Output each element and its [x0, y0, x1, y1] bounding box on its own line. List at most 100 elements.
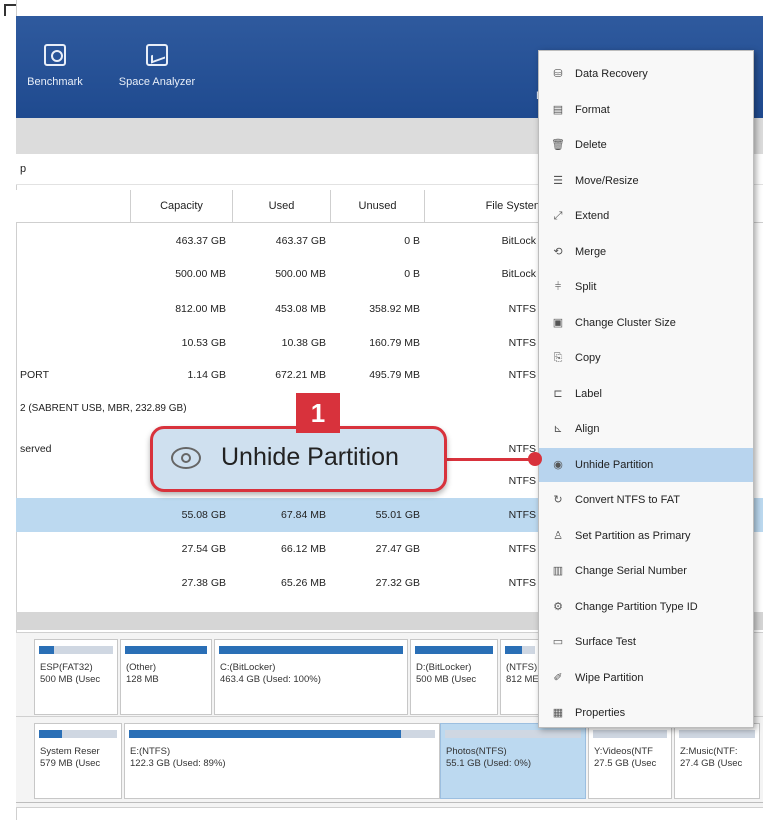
menu-item[interactable]: ☰ Move/Resize — [539, 164, 753, 198]
usage-fill — [125, 646, 207, 654]
cell-unused: 0 B — [404, 268, 420, 280]
usage-bar — [445, 730, 581, 738]
disk-group-label: 2 (SABRENT USB, MBR, 232.89 GB) — [20, 403, 187, 414]
cell-used: 453.08 MB — [275, 303, 326, 315]
partition-size: 500 MB (Usec — [416, 674, 477, 685]
menu-item-label: Surface Test — [575, 636, 636, 648]
cell-fs: NTFS — [508, 303, 536, 315]
partition-block[interactable]: System Reser 579 MB (Usec — [34, 723, 122, 799]
space-analyzer-button[interactable]: Space Analyzer — [112, 44, 202, 88]
partition-name: C:(BitLocker) — [220, 662, 276, 673]
extend-icon: ⤢ — [553, 210, 563, 222]
menu-item[interactable]: ⟲ Merge — [539, 235, 753, 269]
cell-capacity: 27.38 GB — [181, 577, 226, 589]
left-border — [0, 0, 17, 820]
partition-name: Y:Videos(NTF — [594, 746, 653, 757]
menu-item[interactable]: ▦ Properties — [539, 696, 753, 730]
menu-item[interactable]: ⎘ Copy — [539, 341, 753, 375]
menu-item[interactable]: ⤢ Extend — [539, 199, 753, 233]
header-capacity[interactable]: Capacity — [130, 190, 232, 222]
bottom-divider — [16, 802, 763, 803]
partition-block[interactable]: Y:Videos(NTF 27.5 GB (Usec — [588, 723, 672, 799]
partition-block[interactable]: E:(NTFS) 122.3 GB (Used: 89%) — [124, 723, 440, 799]
merge-icon: ⟲ — [553, 245, 563, 258]
menu-item[interactable]: ⊾ Align — [539, 412, 753, 446]
partition-name: D:(BitLocker) — [416, 662, 472, 673]
cell-capacity: 463.37 GB — [175, 235, 226, 247]
partition-block[interactable]: (NTFS) 812 ME — [500, 639, 540, 715]
menu-item-label: Extend — [575, 210, 610, 222]
cell-fs: BitLock — [501, 235, 536, 247]
menu-item[interactable]: ⛁ Data Recovery — [539, 57, 753, 91]
partition-size: 500 MB (Usec — [40, 674, 101, 685]
partition-name: System Reser — [40, 746, 100, 757]
menu-item-label: Change Partition Type ID — [575, 600, 698, 613]
cell-name — [20, 532, 130, 566]
partition-size: 812 ME — [506, 674, 539, 685]
cell-name — [20, 224, 130, 258]
wipe-icon: ✐ — [553, 671, 563, 684]
usage-fill — [505, 646, 522, 654]
partition-block[interactable]: Z:Music(NTF: 27.4 GB (Usec — [674, 723, 760, 799]
partition-block[interactable]: D:(BitLocker) 500 MB (Usec — [410, 639, 498, 715]
menu-item-label: Align — [575, 423, 600, 435]
partition-block[interactable]: Photos(NTFS) 55.1 GB (Used: 0%) — [440, 723, 586, 799]
partition-text: (NTFS) 812 ME — [506, 662, 539, 686]
benchmark-icon — [44, 44, 66, 66]
crop-corner — [4, 4, 16, 16]
usage-bar — [679, 730, 755, 738]
partition-size: 579 MB (Usec — [40, 758, 101, 769]
menu-item[interactable]: 🗑 Delete — [539, 128, 753, 162]
menu-item[interactable]: ▣ Change Cluster Size — [539, 306, 753, 340]
copy-icon: ⎘ — [553, 352, 563, 364]
header-unused[interactable]: Unused — [330, 190, 424, 222]
usage-bar — [39, 730, 117, 738]
partition-block[interactable]: C:(BitLocker) 463.4 GB (Used: 100%) — [214, 639, 408, 715]
path-text: p — [20, 163, 27, 175]
move-resize-icon: ☰ — [553, 174, 563, 187]
partition-block[interactable]: ESP(FAT32) 500 MB (Usec — [34, 639, 118, 715]
cell-name — [20, 464, 130, 498]
serial-icon: ▥ — [552, 565, 564, 577]
menu-item-label: Change Serial Number — [575, 565, 687, 577]
menu-item-label: Unhide Partition — [575, 458, 654, 471]
callout-dot — [528, 452, 542, 466]
cell-used: 672.21 MB — [275, 369, 326, 381]
menu-item[interactable]: ▤ Format — [539, 93, 753, 127]
cluster-size-icon: ▣ — [552, 316, 564, 329]
partition-text: Photos(NTFS) 55.1 GB (Used: 0%) — [446, 746, 531, 770]
cell-capacity: 27.54 GB — [181, 543, 226, 555]
menu-item[interactable]: ♙ Set Partition as Primary — [539, 519, 753, 553]
menu-item[interactable]: ⊏ Label — [539, 377, 753, 411]
menu-item[interactable]: ▥ Change Serial Number — [539, 554, 753, 588]
cell-name — [20, 498, 130, 532]
partition-text: Y:Videos(NTF 27.5 GB (Usec — [594, 746, 656, 770]
cell-unused: 27.47 GB — [375, 543, 420, 555]
menu-item[interactable]: ↻ Convert NTFS to FAT — [539, 483, 753, 517]
usage-fill — [129, 730, 402, 738]
usage-bar — [593, 730, 667, 738]
partition-text: D:(BitLocker) 500 MB (Usec — [416, 662, 476, 686]
partition-name: E:(NTFS) — [130, 746, 171, 757]
cell-unused: 55.01 GB — [375, 509, 420, 521]
cell-name — [20, 292, 130, 326]
header-file-system[interactable]: File Systen — [424, 190, 544, 222]
cell-unused: 0 B — [404, 235, 420, 247]
menu-item[interactable]: ⫩ Split — [539, 270, 753, 304]
usage-bar — [415, 646, 493, 654]
context-menu: ⛁ Data Recovery ▤ Format 🗑 Delete ☰ Move/Resize… — [538, 50, 754, 728]
partition-text: Z:Music(NTF: 27.4 GB (Usec — [680, 746, 742, 770]
benchmark-button[interactable]: Benchmark — [20, 44, 90, 88]
cell-capacity: 1.14 GB — [187, 369, 226, 381]
menu-item[interactable]: ⚙ Change Partition Type ID — [539, 590, 753, 624]
space-analyzer-label: Space Analyzer — [118, 76, 196, 88]
menu-item[interactable]: ✐ Wipe Partition — [539, 661, 753, 695]
cell-unused: 27.32 GB — [375, 577, 420, 589]
menu-item[interactable]: ▭ Surface Test — [539, 625, 753, 659]
cell-fs: NTFS — [508, 509, 536, 521]
menu-item[interactable]: ◉ Unhide Partition — [539, 447, 753, 482]
partition-block[interactable]: (Other) 128 MB — [120, 639, 212, 715]
cell-unused: 495.79 MB — [369, 369, 420, 381]
partition-name: (Other) — [126, 662, 157, 673]
header-used[interactable]: Used — [232, 190, 330, 222]
